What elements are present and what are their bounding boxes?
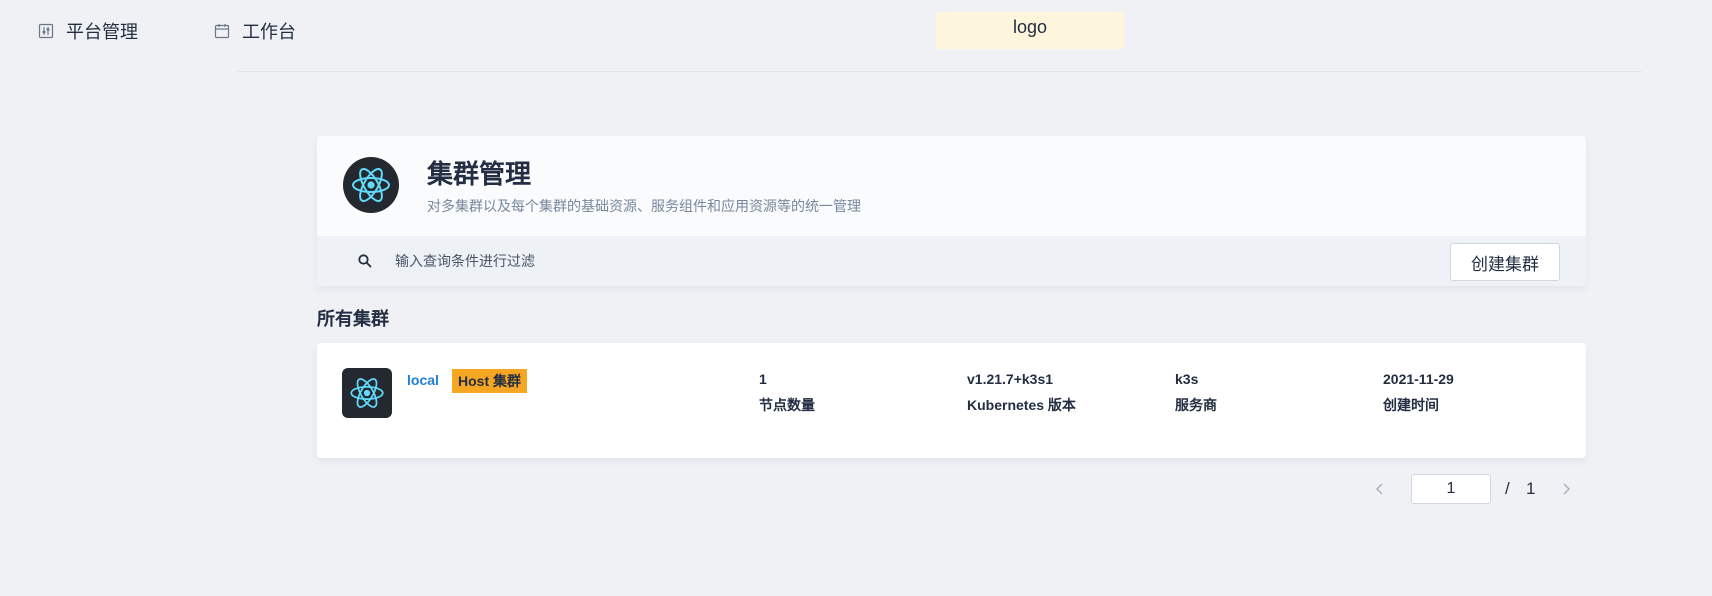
create-cluster-button[interactable]: 创建集群 xyxy=(1450,243,1560,281)
react-atom-icon xyxy=(342,368,392,418)
calendar-icon xyxy=(214,23,230,39)
logo-text: logo xyxy=(1012,17,1048,37)
nav-divider xyxy=(236,71,1642,72)
search-input[interactable] xyxy=(395,248,1095,274)
stat-nodes: 1 节点数量 xyxy=(759,371,815,415)
logo[interactable]: logo xyxy=(936,12,1124,49)
page-description: 对多集群以及每个集群的基础资源、服务组件和应用资源等的统一管理 xyxy=(427,198,861,214)
page-total: 1 xyxy=(1526,479,1536,498)
stat-created-label: 创建时间 xyxy=(1383,397,1439,413)
stat-provider-label: 服务商 xyxy=(1175,397,1217,413)
nav-workbench[interactable]: 工作台 xyxy=(214,18,296,44)
stat-provider: k3s 服务商 xyxy=(1175,371,1217,415)
host-cluster-badge: Host 集群 xyxy=(452,369,527,393)
react-atom-icon xyxy=(343,157,399,213)
nav-platform-label: 平台管理 xyxy=(66,22,138,42)
top-nav: 平台管理 工作台 logo xyxy=(0,0,1712,72)
stat-provider-value: k3s xyxy=(1175,371,1199,387)
page-title: 集群管理 xyxy=(427,159,532,189)
cluster-management-banner: 集群管理 对多集群以及每个集群的基础资源、服务组件和应用资源等的统一管理 创建集… xyxy=(317,136,1586,286)
chevron-right-icon[interactable] xyxy=(1556,474,1576,504)
chevron-left-icon[interactable] xyxy=(1370,474,1390,504)
sliders-icon xyxy=(38,23,54,39)
stat-created: 2021-11-29 创建时间 xyxy=(1383,371,1454,415)
filter-toolbar: 创建集群 xyxy=(317,236,1586,286)
page-number-input[interactable] xyxy=(1411,474,1491,504)
cluster-card[interactable]: local Host 集群 1 节点数量 v1.21.7+k3s1 Kubern… xyxy=(317,343,1586,458)
page-separator: / xyxy=(1505,479,1510,498)
nav-workbench-label: 工作台 xyxy=(242,22,296,42)
stat-nodes-label: 节点数量 xyxy=(759,397,815,413)
banner-header: 集群管理 对多集群以及每个集群的基础资源、服务组件和应用资源等的统一管理 xyxy=(317,136,1586,236)
stat-nodes-value: 1 xyxy=(759,371,767,387)
cluster-name-link[interactable]: local xyxy=(407,372,439,388)
section-title: 所有集群 xyxy=(317,309,389,329)
stat-created-value: 2021-11-29 xyxy=(1383,371,1454,387)
search-icon xyxy=(357,253,373,269)
nav-platform-management[interactable]: 平台管理 xyxy=(38,18,138,44)
stat-version-value: v1.21.7+k3s1 xyxy=(967,371,1054,387)
stat-version: v1.21.7+k3s1 Kubernetes 版本 xyxy=(967,371,1076,415)
stat-version-label: Kubernetes 版本 xyxy=(967,397,1076,413)
